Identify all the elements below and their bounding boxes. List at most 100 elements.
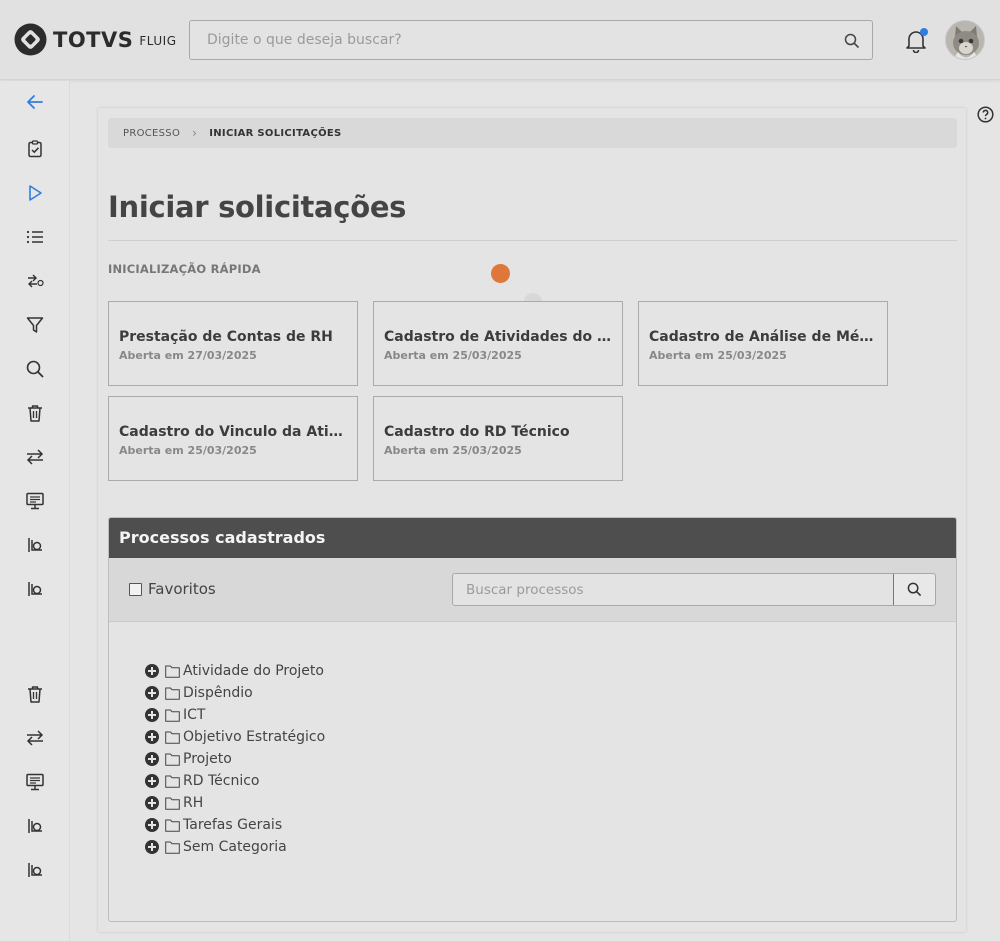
tree-node-label: RH xyxy=(183,795,204,811)
hand-coins-icon xyxy=(28,819,42,833)
tree-node[interactable]: Sem Categoria xyxy=(145,836,325,858)
quick-card-title: Cadastro do Vinculo da Atividade xyxy=(119,424,349,440)
tree-node[interactable]: Dispêndio xyxy=(145,682,325,704)
expand-plus-icon[interactable] xyxy=(145,730,159,744)
quick-card[interactable]: Cadastro de Atividades do Projeto Aberta… xyxy=(373,301,623,386)
sidebar-item-monitor-2[interactable] xyxy=(24,771,46,793)
page-title: Iniciar solicitações xyxy=(108,190,407,224)
sidebar-item-trash[interactable] xyxy=(24,402,46,424)
process-search xyxy=(452,573,936,606)
monitor-icon xyxy=(26,492,44,510)
tree-node-label: Atividade do Projeto xyxy=(183,663,324,679)
sidebar-item-trash-2[interactable] xyxy=(24,683,46,705)
tree-node[interactable]: Projeto xyxy=(145,748,325,770)
folder-icon xyxy=(165,775,180,788)
trash-icon xyxy=(28,405,42,422)
sidebar-item-finance-3[interactable] xyxy=(24,815,46,837)
tree-node[interactable]: Atividade do Projeto xyxy=(145,660,325,682)
tree-node-label: Sem Categoria xyxy=(183,839,287,855)
expand-plus-icon[interactable] xyxy=(145,818,159,832)
divider xyxy=(108,240,957,241)
quick-card[interactable]: Cadastro de Análise de Mérito Aberta em … xyxy=(638,301,888,386)
tree-node-label: Dispêndio xyxy=(183,685,253,701)
expand-plus-icon[interactable] xyxy=(145,752,159,766)
breadcrumb-process[interactable]: PROCESSO xyxy=(123,128,180,139)
expand-plus-icon[interactable] xyxy=(145,796,159,810)
quick-start-label: INICIALIZAÇÃO RÁPIDA xyxy=(108,262,261,276)
processes-panel: Processos cadastrados Favoritos Atividad… xyxy=(108,517,957,922)
sidebar-back-button[interactable] xyxy=(24,91,46,113)
sidebar-item-list[interactable] xyxy=(24,226,46,248)
folder-icon xyxy=(165,665,180,678)
folder-icon xyxy=(165,753,180,766)
hand-coins-icon xyxy=(28,538,42,552)
sidebar-item-workflow[interactable] xyxy=(24,270,46,292)
main-panel: PROCESSO › INICIAR SOLICITAÇÕES Iniciar … xyxy=(98,108,966,932)
quick-card-title: Cadastro de Análise de Mérito xyxy=(649,329,879,345)
processes-toolbar: Favoritos xyxy=(109,558,956,622)
sidebar-item-filter[interactable] xyxy=(24,314,46,336)
expand-plus-icon[interactable] xyxy=(145,686,159,700)
notification-badge xyxy=(920,28,928,36)
hand-coins-icon xyxy=(28,863,42,877)
quick-card[interactable]: Cadastro do RD Técnico Aberta em 25/03/2… xyxy=(373,396,623,481)
totvs-logo-icon xyxy=(14,23,47,56)
filter-icon xyxy=(26,317,44,333)
sidebar-item-tasks[interactable] xyxy=(24,138,46,160)
play-icon xyxy=(29,185,42,201)
expand-plus-icon[interactable] xyxy=(145,708,159,722)
breadcrumb-current: INICIAR SOLICITAÇÕES xyxy=(209,127,342,139)
process-search-button[interactable] xyxy=(893,574,935,605)
brand-name: TOTVS xyxy=(53,27,134,52)
sidebar-item-finance-1[interactable] xyxy=(24,534,46,556)
quick-card[interactable]: Prestação de Contas de RH Aberta em 27/0… xyxy=(108,301,358,386)
quick-card-date: Aberta em 25/03/2025 xyxy=(384,444,522,457)
sidebar-item-transfer-2[interactable] xyxy=(24,727,46,749)
tree-node[interactable]: Objetivo Estratégico xyxy=(145,726,325,748)
list-icon xyxy=(26,230,43,244)
sidebar-item-monitor[interactable] xyxy=(24,490,46,512)
top-bar: TOTVS FLUIG xyxy=(0,0,1000,80)
sidebar-item-finance-4[interactable] xyxy=(24,859,46,881)
checkbox-icon[interactable] xyxy=(129,582,142,596)
global-search-input[interactable] xyxy=(190,21,872,59)
quick-card-title: Cadastro do RD Técnico xyxy=(384,424,570,440)
help-icon[interactable] xyxy=(977,106,994,123)
sidebar-item-search[interactable] xyxy=(24,358,46,380)
tree-node[interactable]: RD Técnico xyxy=(145,770,325,792)
sidebar-item-finance-2[interactable] xyxy=(24,578,46,600)
search-icon[interactable] xyxy=(844,33,860,49)
product-name: FLUIG xyxy=(139,33,177,48)
expand-plus-icon[interactable] xyxy=(145,840,159,854)
folder-icon xyxy=(165,731,180,744)
folder-icon xyxy=(165,841,180,854)
global-search xyxy=(189,20,873,60)
monitor-icon xyxy=(26,773,44,791)
sidebar xyxy=(0,81,70,941)
sidebar-item-transfer[interactable] xyxy=(24,446,46,468)
transfer-icon xyxy=(26,730,44,746)
expand-plus-icon[interactable] xyxy=(145,664,159,678)
tree-node-label: Tarefas Gerais xyxy=(183,817,283,833)
process-category-tree: Atividade do Projeto Dispêndio ICT Objet… xyxy=(145,660,325,858)
sidebar-item-start-request[interactable] xyxy=(24,182,46,204)
totvs-logo[interactable]: TOTVS FLUIG xyxy=(14,23,177,56)
process-search-input[interactable] xyxy=(453,574,893,605)
quick-card-date: Aberta em 25/03/2025 xyxy=(119,444,257,457)
tree-node-label: RD Técnico xyxy=(183,773,260,789)
favorites-checkbox[interactable]: Favoritos xyxy=(129,580,216,598)
quick-card[interactable]: Cadastro do Vinculo da Atividade Aberta … xyxy=(108,396,358,481)
tree-node[interactable]: RH xyxy=(145,792,325,814)
processes-title: Processos cadastrados xyxy=(109,518,956,558)
tree-node-label: Projeto xyxy=(183,751,232,767)
loading-indicator xyxy=(491,264,510,283)
tree-node[interactable]: Tarefas Gerais xyxy=(145,814,325,836)
folder-icon xyxy=(165,687,180,700)
user-avatar[interactable] xyxy=(945,20,985,60)
search-icon xyxy=(907,582,922,597)
transfer-icon xyxy=(26,449,44,465)
tree-node[interactable]: ICT xyxy=(145,704,325,726)
breadcrumb: PROCESSO › INICIAR SOLICITAÇÕES xyxy=(108,118,957,148)
expand-plus-icon[interactable] xyxy=(145,774,159,788)
quick-card-date: Aberta em 25/03/2025 xyxy=(384,349,522,362)
